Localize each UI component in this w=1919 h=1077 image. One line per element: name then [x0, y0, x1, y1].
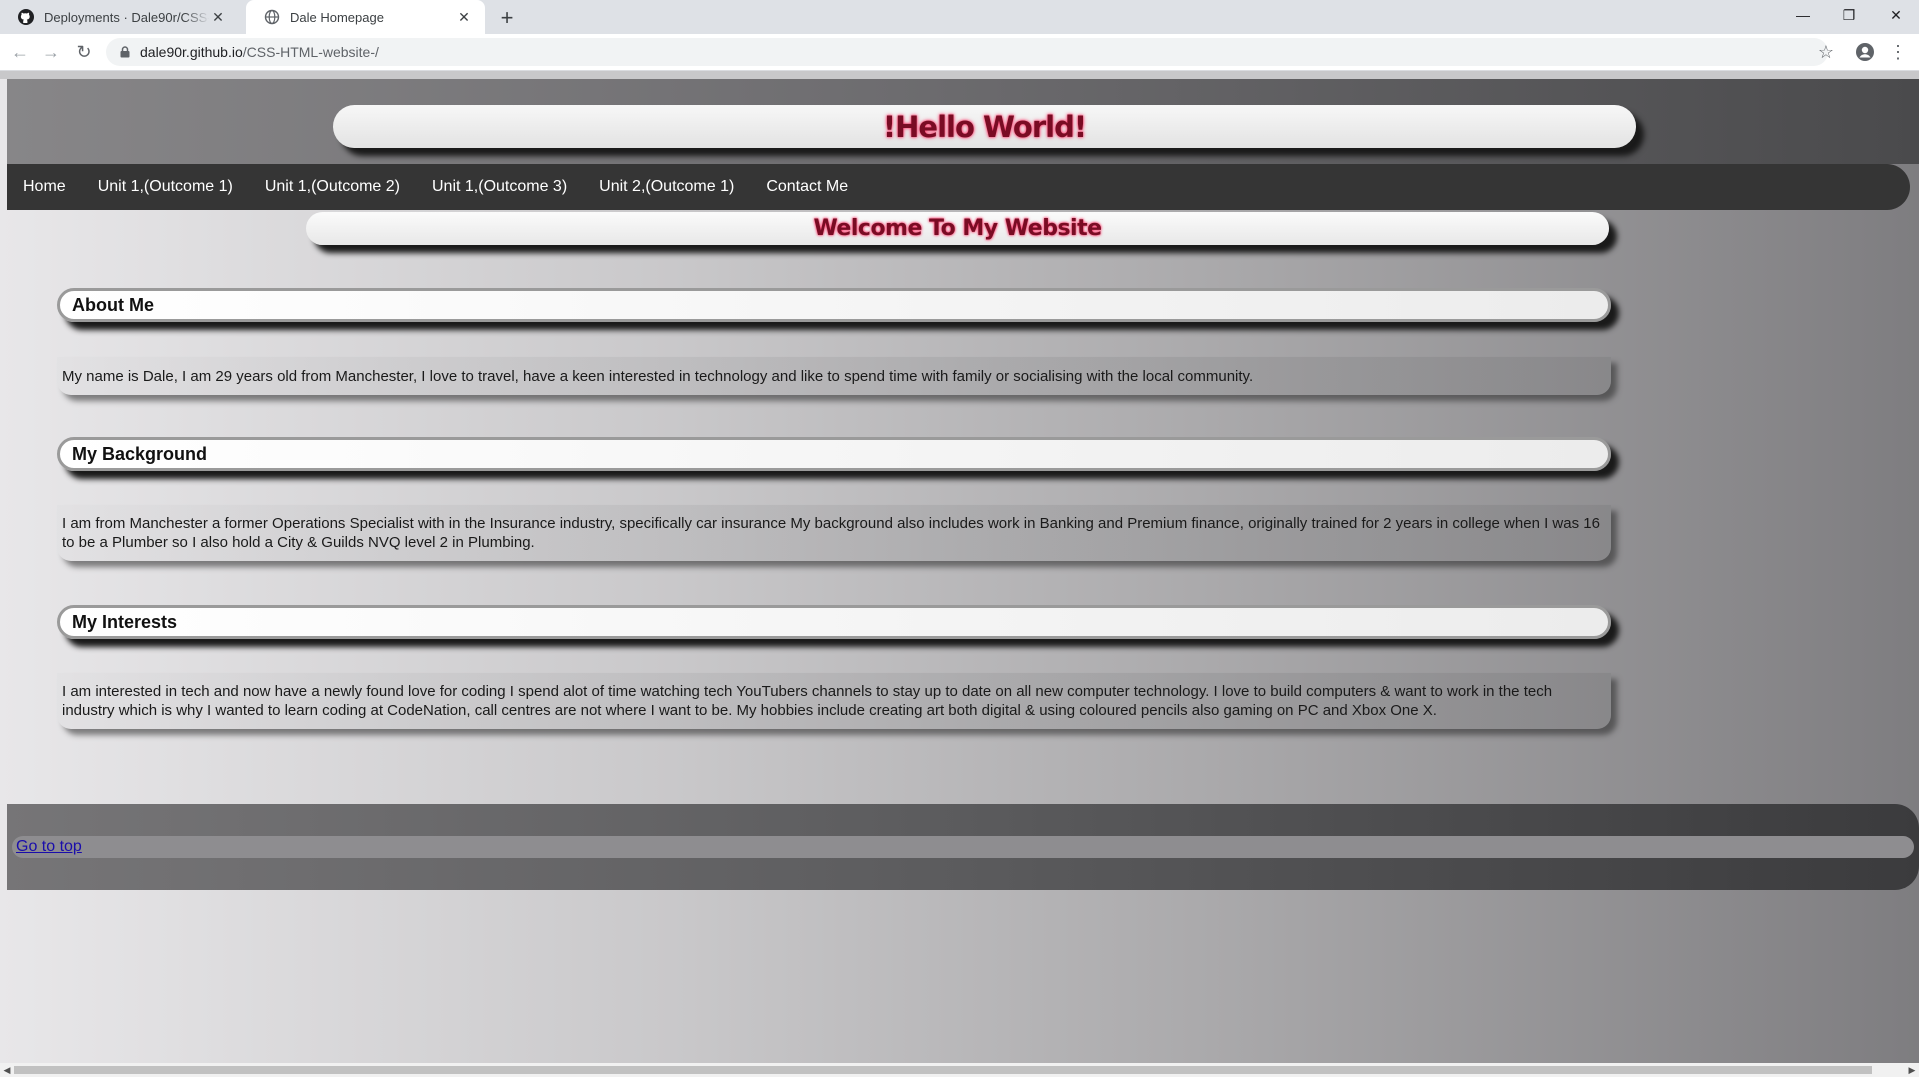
address-bar[interactable]: dale90r.github.io/CSS-HTML-website-/ [106, 38, 1828, 66]
site-footer: Go to top [7, 804, 1919, 890]
browser-toolbar: ← → ↻ dale90r.github.io/CSS-HTML-website… [0, 34, 1919, 71]
close-icon[interactable]: ✕ [455, 8, 473, 26]
nav-contact-me[interactable]: Contact Me [766, 178, 848, 196]
welcome-heading: Welcome To My Website [813, 216, 1102, 241]
nav-unit2-outcome1[interactable]: Unit 2,(Outcome 1) [599, 178, 734, 196]
header-title-box: !Hello World! [333, 105, 1636, 148]
close-icon[interactable]: ✕ [209, 8, 227, 26]
profile-avatar-icon[interactable] [1851, 38, 1879, 66]
nav-bar: Home Unit 1,(Outcome 1) Unit 1,(Outcome … [7, 164, 1910, 210]
go-to-top-link[interactable]: Go to top [16, 838, 82, 856]
globe-icon [264, 9, 280, 25]
minimize-icon[interactable]: — [1780, 0, 1826, 30]
tab-title: Deployments · Dale90r/CSS-HTML-website- [44, 9, 209, 25]
restore-icon[interactable]: ❐ [1826, 0, 1872, 30]
horizontal-scrollbar[interactable]: ◀ ▶ [0, 1063, 1919, 1077]
section-title: About Me [72, 294, 154, 315]
tab-dale-homepage[interactable]: Dale Homepage ✕ [246, 0, 485, 34]
back-arrow-icon[interactable]: ← [6, 38, 34, 66]
section-text: I am interested in tech and now have a n… [62, 683, 1553, 719]
section-text: My name is Dale, I am 29 years old from … [62, 367, 1254, 385]
welcome-banner: Welcome To My Website [306, 212, 1609, 245]
scrollbar-thumb[interactable] [14, 1066, 1872, 1074]
section-heading-my-interests: My Interests [57, 605, 1611, 639]
section-body-about-me: My name is Dale, I am 29 years old from … [57, 357, 1611, 395]
window-close-icon[interactable]: ✕ [1873, 0, 1919, 30]
tab-strip: Deployments · Dale90r/CSS-HTML-website- … [0, 0, 1919, 34]
nav-unit1-outcome1[interactable]: Unit 1,(Outcome 1) [98, 178, 233, 196]
url-host: dale90r.github.io [140, 44, 243, 60]
bookmark-star-icon[interactable]: ☆ [1812, 38, 1840, 66]
tab-deployments[interactable]: Deployments · Dale90r/CSS-HTML-website- … [0, 0, 239, 34]
section-body-my-interests: I am interested in tech and now have a n… [57, 673, 1611, 729]
lock-icon [120, 46, 130, 58]
scroll-left-arrow-icon[interactable]: ◀ [0, 1063, 14, 1077]
tab-title: Dale Homepage [290, 9, 384, 25]
section-heading-about-me: About Me [57, 288, 1611, 322]
page-title: !Hello World! [882, 109, 1087, 144]
forward-arrow-icon[interactable]: → [37, 38, 65, 66]
site-header: !Hello World! [7, 79, 1919, 164]
top-strip [0, 71, 1919, 79]
section-heading-my-background: My Background [57, 437, 1611, 471]
github-icon [18, 9, 34, 25]
reload-icon[interactable]: ↻ [70, 38, 98, 66]
nav-home[interactable]: Home [23, 178, 66, 196]
url-path: /CSS-HTML-website-/ [242, 44, 379, 60]
footer-bar: Go to top [12, 836, 1914, 858]
section-title: My Interests [72, 611, 178, 632]
menu-kebab-icon[interactable]: ⋮ [1884, 38, 1912, 66]
nav-unit1-outcome2[interactable]: Unit 1,(Outcome 2) [265, 178, 400, 196]
nav-unit1-outcome3[interactable]: Unit 1,(Outcome 3) [432, 178, 567, 196]
section-text: I am from Manchester a former Operations… [62, 515, 1600, 551]
section-body-my-background: I am from Manchester a former Operations… [57, 505, 1611, 561]
scroll-right-arrow-icon[interactable]: ▶ [1905, 1063, 1919, 1077]
page-viewport: !Hello World! Home Unit 1,(Outcome 1) Un… [0, 71, 1919, 1063]
new-tab-plus-icon[interactable]: + [494, 5, 520, 31]
section-title: My Background [72, 443, 208, 464]
